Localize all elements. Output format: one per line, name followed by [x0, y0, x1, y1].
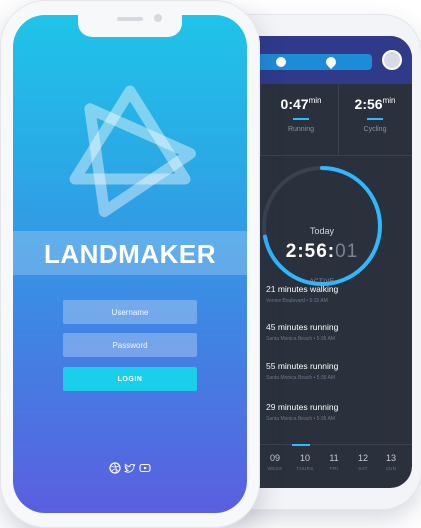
- activity-subtitle: Venice Boulevard • 5:15 AM: [266, 298, 328, 304]
- stat-running-label: Running: [287, 126, 315, 133]
- day-name: WEDS: [267, 466, 283, 471]
- password-input[interactable]: [63, 333, 197, 357]
- youtube-icon[interactable]: [139, 462, 151, 474]
- header-tab-bar[interactable]: [256, 54, 372, 70]
- stat-divider: [260, 84, 261, 156]
- star-knot-logo-icon: [69, 85, 196, 218]
- day-name: SAT: [358, 466, 368, 471]
- avatar-icon[interactable]: [382, 50, 402, 70]
- activity-title: 45 minutes running: [266, 322, 339, 332]
- today-label: Today: [309, 226, 335, 236]
- day-number: 13: [385, 453, 396, 463]
- brand-name: LANDMAKER: [43, 239, 217, 269]
- day-sun[interactable]: 13 SUN: [376, 453, 406, 471]
- activity-subtitle: Santa Monica Beach • 5:36 AM: [266, 416, 336, 422]
- stat-cycling-unit: min: [382, 96, 396, 105]
- stat-running-value: 0:47: [280, 96, 309, 112]
- day-number: 11: [329, 453, 339, 463]
- day-number: 12: [357, 453, 368, 463]
- day-name: FRI: [329, 466, 339, 471]
- activity-item[interactable]: 55 minutes running Santa Monica Beach • …: [266, 361, 406, 381]
- activity-title: 21 minutes walking: [266, 284, 339, 294]
- day-fri[interactable]: 11 FRI: [319, 453, 349, 471]
- day-thurs[interactable]: 10 THURS: [290, 453, 320, 471]
- front-camera: [154, 14, 162, 22]
- login-screen: LANDMAKER LOGIN: [13, 15, 247, 513]
- drop-icon[interactable]: [323, 54, 339, 70]
- username-input[interactable]: [63, 300, 197, 324]
- login-button[interactable]: LOGIN: [63, 367, 197, 391]
- stat-running: 0:47min Running: [266, 96, 336, 133]
- day-sat[interactable]: 12 SAT: [348, 453, 378, 471]
- stat-cycling-value: 2:56: [354, 96, 383, 112]
- day-number: 09: [269, 453, 280, 463]
- today-time: 2:56:01: [262, 241, 382, 263]
- stat-divider: [338, 84, 339, 156]
- today-time-main: 2:56:: [285, 241, 336, 262]
- activity-subtitle: Santa Monica Beach • 5:36 AM: [266, 375, 336, 381]
- day-name: THURS: [296, 466, 314, 471]
- activity-item[interactable]: 29 minutes running Santa Monica Beach • …: [266, 402, 406, 422]
- stat-cycling-bar: [367, 118, 383, 120]
- clock-icon[interactable]: [276, 57, 286, 67]
- dribbble-icon[interactable]: [109, 462, 121, 474]
- stat-cycling-label: Cycling: [363, 126, 387, 133]
- activity-item[interactable]: 21 minutes walking Venice Boulevard • 5:…: [266, 284, 406, 304]
- activity-title: 55 minutes running: [266, 361, 339, 371]
- speaker-grille: [117, 17, 143, 21]
- activity-subtitle: Santa Monica Beach • 5:36 AM: [266, 336, 336, 342]
- activity-item[interactable]: 45 minutes running Santa Monica Beach • …: [266, 322, 406, 342]
- stat-running-bar: [293, 118, 309, 120]
- day-wed[interactable]: 09 WEDS: [260, 453, 290, 471]
- day-name: SUN: [385, 466, 397, 471]
- stat-running-unit: min: [308, 96, 322, 105]
- day-number: 10: [299, 453, 310, 463]
- today-time-seconds: 01: [335, 241, 359, 262]
- selected-day-indicator: [292, 444, 310, 446]
- activity-title: 29 minutes running: [266, 402, 339, 412]
- stat-cycling: 2:56min Cycling: [340, 96, 410, 133]
- twitter-icon[interactable]: [124, 462, 136, 474]
